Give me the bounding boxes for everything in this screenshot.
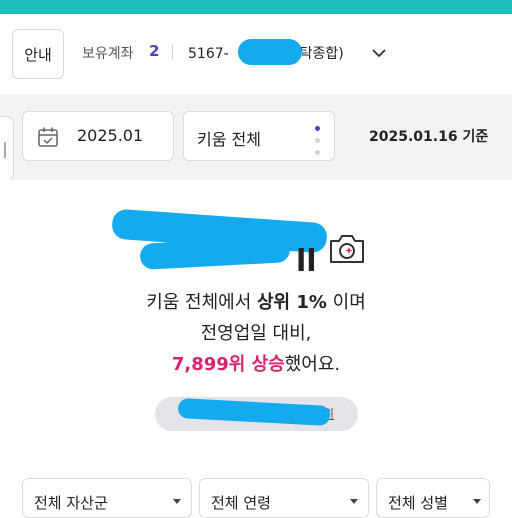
holdings-count: 2	[149, 42, 160, 60]
rank-summary-line2: 전영업일 대비,	[200, 323, 312, 344]
summary-text: 했어요.	[284, 354, 341, 375]
rank-tail: ll	[296, 244, 317, 279]
camera-sparkle-icon[interactable]	[327, 232, 367, 266]
top-accent-bar	[0, 0, 512, 14]
account-prefix: 5167-	[188, 46, 229, 62]
caret-down-icon	[173, 499, 181, 504]
date-selector[interactable]: 2025.01	[22, 111, 174, 161]
more-dots-icon	[315, 138, 320, 143]
rank-summary-line3: 7,899위 상승했어요.	[0, 350, 512, 376]
segment-label: 전체 연령	[211, 494, 271, 512]
rank-change: 7,899위 상승	[171, 354, 285, 375]
caret-down-icon	[350, 499, 358, 504]
date-value: 2025.01	[77, 126, 144, 145]
more-dots-icon	[315, 150, 320, 155]
chevron-down-icon[interactable]	[371, 48, 387, 58]
segment-filters: 전체 자산군 전체 연령 전체 성별	[22, 478, 490, 518]
side-drawer-handle[interactable]	[0, 116, 14, 182]
segment-age[interactable]: 전체 연령	[199, 478, 369, 518]
top-percent: 상위 1%	[257, 292, 327, 313]
scope-value: 키움 전체	[197, 130, 261, 149]
scope-selector[interactable]: 키움 전체	[183, 111, 335, 161]
summary-text: 이며	[326, 292, 366, 313]
ranking-panel: ll 키움 전체에서 상위 1% 이며 전영업일 대비, 7,899위 상승했어…	[0, 180, 512, 518]
segment-label: 전체 자산군	[34, 494, 108, 512]
summary-text: 키움 전체에서	[146, 292, 257, 313]
redaction-mark	[238, 39, 302, 65]
more-dots-icon	[315, 126, 320, 131]
caret-down-icon	[473, 499, 481, 504]
segment-asset-class[interactable]: 전체 자산군	[22, 478, 192, 518]
segment-label: 전체 성별	[388, 494, 448, 512]
calendar-icon	[38, 127, 58, 147]
holdings-label: 보유계좌	[82, 46, 134, 62]
filter-bar: 2025.01 키움 전체 2025.01.16 기준	[0, 94, 512, 182]
basis-date: 2025.01.16 기준	[369, 129, 489, 145]
divider	[172, 45, 173, 59]
guide-button[interactable]: 안내	[12, 29, 64, 79]
account-header: 안내 보유계좌 2 5167- 위탁종합)	[0, 14, 512, 94]
segment-gender[interactable]: 전체 성별	[376, 478, 490, 518]
rank-summary-line1: 키움 전체에서 상위 1% 이며	[0, 288, 512, 314]
